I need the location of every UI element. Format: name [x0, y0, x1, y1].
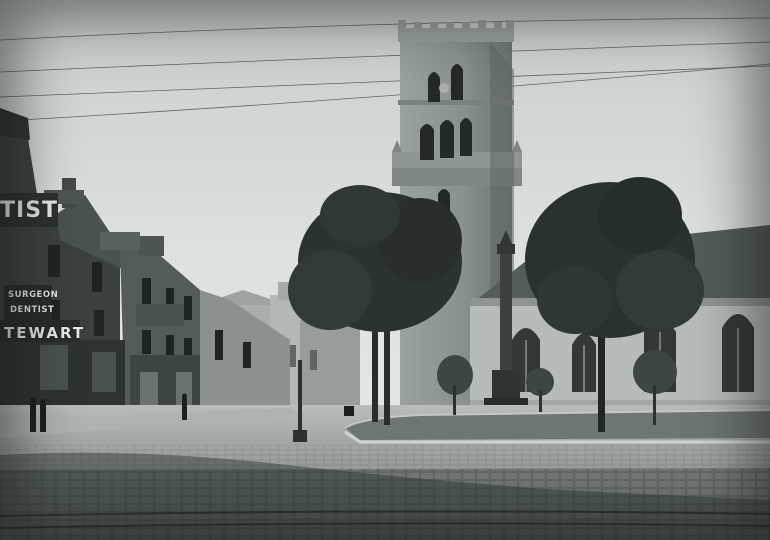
street-scene	[0, 0, 770, 540]
photograph: TIST SURGEON DENTIST TEWART	[0, 0, 770, 540]
street	[0, 405, 770, 540]
dentist-sign-fragment: TIST	[0, 198, 59, 223]
stewart-shop-sign: TEWART	[4, 324, 86, 342]
surgeon-sign: SURGEON	[8, 290, 59, 300]
dentist-sign: DENTIST	[10, 305, 55, 315]
